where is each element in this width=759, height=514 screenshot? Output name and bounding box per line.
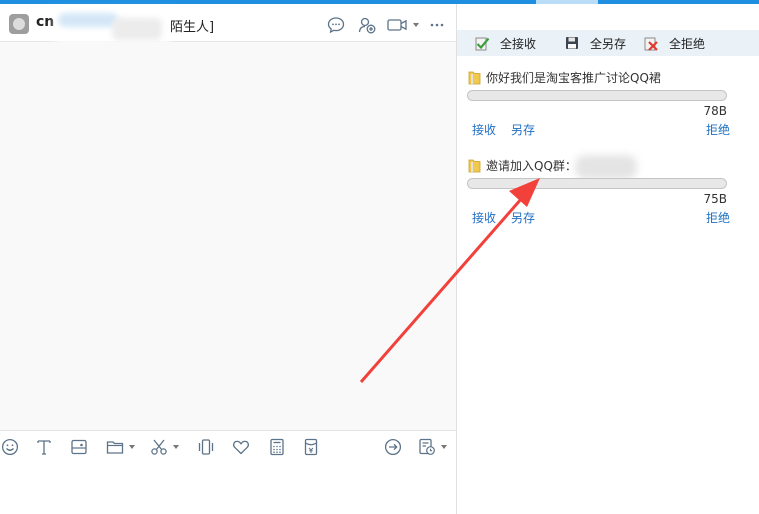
screenshot-scissors-icon[interactable] <box>150 438 179 456</box>
accept-all-label: 全接收 <box>500 36 537 51</box>
red-packet-icon[interactable] <box>302 438 320 456</box>
calculator-icon[interactable] <box>268 438 286 456</box>
heart-icon[interactable] <box>232 438 250 456</box>
file-name: 邀请加入QQ群： <box>486 159 577 173</box>
file-transfer-panel: 全接收 全另存 全拒绝 你好我们是淘宝客推广讨论QQ裙 78B 接收 另存 拒绝… <box>457 4 759 514</box>
save-as-link[interactable]: 另存 <box>511 209 535 226</box>
contact-stranger-tag: 陌生人] <box>170 20 215 35</box>
file-name: 你好我们是淘宝客推广讨论QQ裙 <box>486 71 661 85</box>
transfer-progress-bar <box>467 90 727 101</box>
transfer-progress-bar <box>467 178 727 189</box>
reject-link[interactable]: 拒绝 <box>706 209 730 226</box>
message-input[interactable] <box>0 463 456 514</box>
file-size: 78B <box>703 104 727 118</box>
avatar[interactable] <box>9 14 29 34</box>
send-icon[interactable] <box>384 438 402 456</box>
folder-icon <box>468 159 481 173</box>
blurred-name-patch <box>58 13 118 27</box>
chat-history-area[interactable] <box>0 42 456 430</box>
file-transfer-item: 邀请加入QQ群： 75B 接收 另存 拒绝 <box>457 155 759 227</box>
input-toolbar <box>0 430 456 463</box>
image-icon[interactable] <box>70 438 88 456</box>
accept-link[interactable]: 接收 <box>472 209 496 226</box>
blurred-name-patch <box>112 18 162 40</box>
accept-all-icon <box>475 37 490 51</box>
font-icon[interactable] <box>35 438 53 456</box>
folder-dropdown-icon[interactable] <box>129 445 135 449</box>
history-dropdown-icon[interactable] <box>441 445 447 449</box>
chat-header: cn 陌生人] <box>0 4 456 44</box>
invite-user-icon[interactable] <box>357 15 377 35</box>
folder-icon <box>468 71 481 85</box>
shake-icon[interactable] <box>197 438 215 456</box>
reject-link[interactable]: 拒绝 <box>706 121 730 138</box>
history-icon[interactable] <box>418 438 447 456</box>
contact-name[interactable]: cn <box>36 14 54 30</box>
save-all-button[interactable]: 全另存 <box>564 35 626 51</box>
file-transfer-item: 你好我们是淘宝客推广讨论QQ裙 78B 接收 另存 拒绝 <box>457 69 759 139</box>
file-size: 75B <box>703 192 727 206</box>
chat-bubble-icon[interactable] <box>326 15 346 35</box>
reject-all-label: 全拒绝 <box>669 36 706 51</box>
emoji-icon[interactable] <box>1 438 19 456</box>
more-icon[interactable] <box>428 15 446 35</box>
accept-link[interactable]: 接收 <box>472 121 496 138</box>
file-actions-bar: 全接收 全另存 全拒绝 <box>457 30 759 56</box>
floppy-disk-icon <box>566 37 578 49</box>
folder-icon[interactable] <box>106 438 135 456</box>
reject-all-button[interactable]: 全拒绝 <box>643 35 705 51</box>
accept-all-button[interactable]: 全接收 <box>474 35 536 51</box>
video-dropdown-icon[interactable] <box>410 15 422 35</box>
blurred-group-number <box>575 155 637 179</box>
save-as-link[interactable]: 另存 <box>511 121 535 138</box>
video-call-icon[interactable] <box>387 15 407 35</box>
screenshot-dropdown-icon[interactable] <box>173 445 179 449</box>
save-all-label: 全另存 <box>590 36 627 51</box>
reject-all-icon <box>644 37 658 51</box>
